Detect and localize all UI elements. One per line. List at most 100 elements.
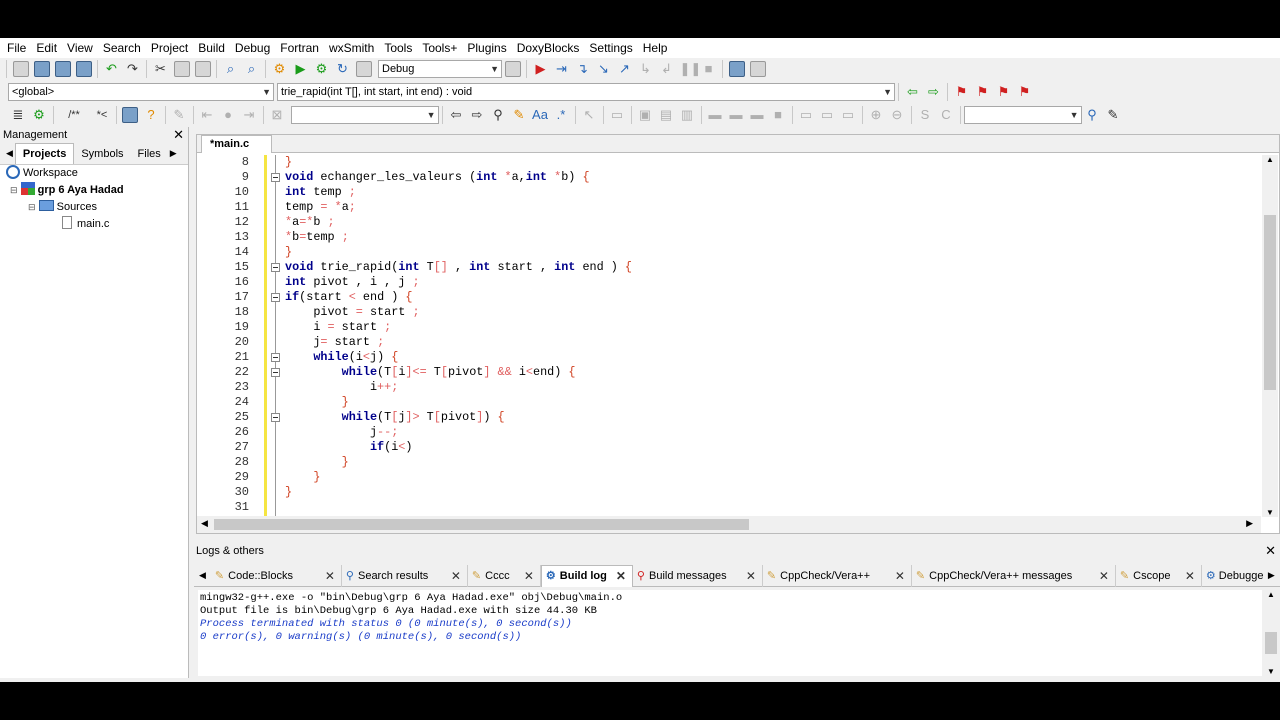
collapse-icon[interactable]: ⊟: [10, 185, 18, 195]
close-icon[interactable]: ✕: [895, 566, 905, 586]
align-center-icon[interactable]: ▬: [728, 107, 744, 123]
doxy-help-icon[interactable]: ?: [143, 107, 159, 123]
plugin-icon[interactable]: ⚙: [31, 107, 47, 123]
fold-toggle-icon[interactable]: [271, 173, 280, 182]
debug-info-icon[interactable]: [749, 61, 766, 77]
regex-icon[interactable]: .*: [553, 107, 569, 123]
step-forward-icon[interactable]: ⇥: [241, 107, 257, 123]
step-into-icon[interactable]: ↘: [596, 61, 612, 77]
save-all-icon[interactable]: [75, 61, 92, 77]
debug-windows-icon[interactable]: [728, 61, 745, 77]
scroll-thumb[interactable]: [214, 519, 749, 530]
scroll-down-icon[interactable]: ▼: [1266, 508, 1274, 517]
find-in-files-icon[interactable]: ⚲: [490, 107, 506, 123]
layout-icon[interactable]: ▥: [679, 107, 695, 123]
tab-cppcheck[interactable]: ✎ CppCheck/Vera++ ✕: [763, 564, 912, 587]
compiler-icon[interactable]: ≣: [10, 107, 26, 123]
menu-project[interactable]: Project: [146, 38, 193, 58]
step-out-icon[interactable]: ↗: [617, 61, 633, 77]
fold-toggle-icon[interactable]: [271, 353, 280, 362]
menu-settings[interactable]: Settings: [584, 38, 637, 58]
fold-toggle-icon[interactable]: [271, 263, 280, 272]
undo-icon[interactable]: ↶: [104, 61, 120, 77]
step-back-icon[interactable]: ⇤: [199, 107, 215, 123]
close-icon[interactable]: ✕: [1265, 543, 1276, 559]
tree-item-sources[interactable]: ⊟ Sources: [0, 199, 188, 216]
fold-toggle-icon[interactable]: [271, 293, 280, 302]
uncomment-icon[interactable]: *<: [94, 107, 110, 123]
scroll-right-icon[interactable]: ▶: [1246, 518, 1253, 529]
scroll-left-icon[interactable]: ◀: [201, 518, 208, 529]
menu-plugins[interactable]: Plugins: [462, 38, 511, 58]
tab-symbols[interactable]: Symbols: [74, 144, 130, 164]
menu-file[interactable]: File: [2, 38, 31, 58]
tab-search-results[interactable]: ⚲ Search results ✕: [342, 564, 468, 587]
copy-icon[interactable]: [173, 61, 190, 77]
highlight-icon[interactable]: ✎: [511, 107, 527, 123]
jump-forward-icon[interactable]: ⇨: [926, 84, 942, 100]
tab-cppcheck-messages[interactable]: ✎ CppCheck/Vera++ messages ✕: [912, 564, 1116, 587]
scroll-thumb[interactable]: [1264, 215, 1276, 390]
zoom-out-icon[interactable]: ⊖: [889, 107, 905, 123]
stop-debug-icon[interactable]: ■: [701, 61, 717, 77]
replace-icon[interactable]: ⌕: [244, 61, 260, 77]
abort-icon[interactable]: [355, 61, 372, 77]
find-next-icon[interactable]: ⇨: [469, 107, 485, 123]
dot-icon[interactable]: ●: [220, 107, 236, 123]
rebuild-icon[interactable]: ↻: [335, 61, 351, 77]
tree-item-project[interactable]: ⊟ grp 6 Aya Hadad: [0, 182, 188, 199]
menu-debug[interactable]: Debug: [230, 38, 275, 58]
open-file-icon[interactable]: [33, 61, 50, 77]
menu-edit[interactable]: Edit: [31, 38, 62, 58]
function-select[interactable]: trie_rapid(int T[], int start, int end) …: [277, 83, 895, 101]
clear-icon[interactable]: ⊠: [269, 107, 285, 123]
pause-icon[interactable]: ❚❚: [680, 61, 702, 77]
close-icon[interactable]: ✕: [524, 566, 534, 586]
redo-icon[interactable]: ↷: [125, 61, 141, 77]
align-left-icon[interactable]: ▬: [707, 107, 723, 123]
tab-cscope[interactable]: ✎ Cscope ✕: [1116, 564, 1202, 587]
close-icon[interactable]: ✕: [746, 566, 756, 586]
menu-tools[interactable]: Tools: [379, 38, 417, 58]
editor-vertical-scrollbar[interactable]: ▲ ▼: [1262, 155, 1278, 517]
close-icon[interactable]: ✕: [1099, 566, 1109, 586]
symbol-tool-icon[interactable]: ✎: [1105, 107, 1121, 123]
box-c-icon[interactable]: ▭: [840, 107, 856, 123]
scope-select[interactable]: <global> ▼: [8, 83, 274, 101]
c-tool-icon[interactable]: C: [938, 107, 954, 123]
collapse-icon[interactable]: ⊟: [28, 202, 36, 212]
tree-item-main-c[interactable]: main.c: [0, 216, 188, 233]
build-gear-icon[interactable]: ⚙: [272, 61, 288, 77]
log-vertical-scrollbar[interactable]: ▲ ▼: [1263, 590, 1279, 676]
match-case-icon[interactable]: Aa: [532, 107, 548, 123]
tab-main-c[interactable]: *main.c: [201, 135, 272, 153]
close-icon[interactable]: ✕: [616, 566, 626, 586]
close-icon[interactable]: ✕: [173, 127, 184, 143]
scroll-down-icon[interactable]: ▼: [1267, 667, 1275, 676]
tab-codeblocks[interactable]: ✎ Code::Blocks ✕: [211, 564, 342, 587]
tree-item-workspace[interactable]: Workspace: [0, 165, 188, 182]
menu-wxsmith[interactable]: wxSmith: [324, 38, 379, 58]
frame-icon[interactable]: ▤: [658, 107, 674, 123]
fold-toggle-icon[interactable]: [271, 368, 280, 377]
tab-build-messages[interactable]: ⚲ Build messages ✕: [633, 564, 763, 587]
search-combo[interactable]: ▼: [290, 106, 439, 124]
align-right-icon[interactable]: ▬: [749, 107, 765, 123]
menu-doxyblocks[interactable]: DoxyBlocks: [512, 38, 585, 58]
target-options-icon[interactable]: [504, 61, 521, 77]
scroll-thumb[interactable]: [1265, 632, 1277, 654]
comment-icon[interactable]: /**: [59, 107, 89, 123]
tab-debugger[interactable]: ⚙ Debugge: [1202, 565, 1266, 587]
run-to-cursor-icon[interactable]: ⇥: [554, 61, 570, 77]
rectangle-icon[interactable]: ▭: [609, 107, 625, 123]
find-prev-icon[interactable]: ⇦: [448, 107, 464, 123]
close-icon[interactable]: ✕: [325, 566, 335, 586]
tab-scroll-right-icon[interactable]: ▶: [1266, 570, 1277, 581]
menu-fortran[interactable]: Fortran: [275, 38, 324, 58]
build-and-run-icon[interactable]: ⚙: [314, 61, 330, 77]
close-icon[interactable]: ✕: [1185, 566, 1195, 586]
debug-start-icon[interactable]: ▶: [533, 61, 549, 77]
zoom-in-icon[interactable]: ⊕: [868, 107, 884, 123]
prev-bookmark-icon[interactable]: ⚑: [975, 84, 991, 100]
fold-toggle-icon[interactable]: [271, 413, 280, 422]
